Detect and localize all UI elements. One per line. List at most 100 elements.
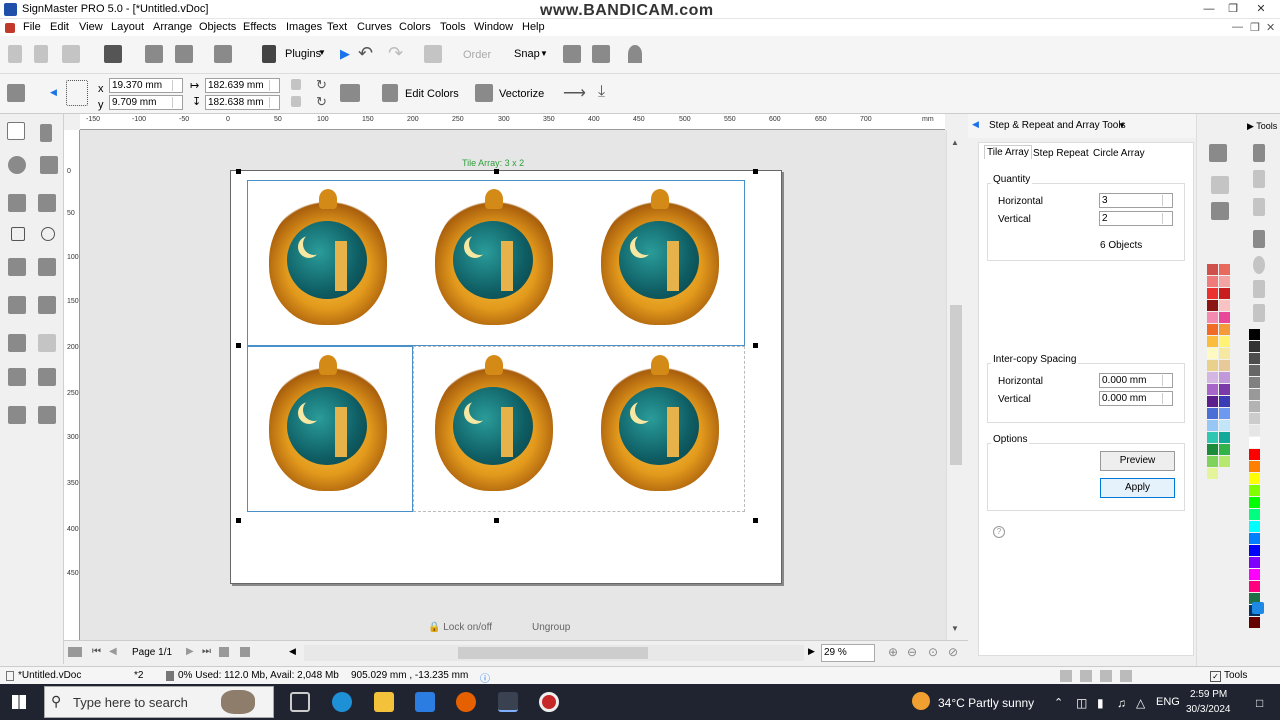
resize-handle[interactable] [753,169,758,174]
menu-file[interactable]: File [23,21,41,33]
menu-objects[interactable]: Objects [199,21,236,33]
crop-tool-icon[interactable] [8,368,26,386]
menu-layout[interactable]: Layout [111,21,144,33]
cut-plot-icon[interactable] [175,45,193,63]
fill-tool-icon[interactable] [38,296,56,314]
layer-stack-icon[interactable] [1100,670,1112,682]
color-swatch[interactable] [1219,384,1230,395]
quantity-horizontal-field[interactable]: 3 [1099,193,1173,208]
firefox-icon[interactable] [456,692,476,712]
tray-expand-icon[interactable]: ⌃ [1054,696,1063,709]
edit-colors-icon[interactable] [382,84,398,102]
color-swatch[interactable] [1249,425,1260,436]
color-swatch[interactable] [1249,413,1260,424]
hscroll-thumb[interactable] [458,647,648,659]
tools-dock-label[interactable]: ▶ Tools [1247,121,1277,132]
menu-images[interactable]: Images [286,21,322,33]
clock-time[interactable]: 2:59 PM [1190,689,1227,700]
save-icon[interactable] [104,45,122,63]
redo-icon[interactable]: ↷ [388,43,403,64]
pen-icon[interactable] [1253,230,1265,248]
color-swatch[interactable] [1249,329,1260,340]
color-swatch[interactable] [1249,509,1260,520]
node-tool-icon[interactable] [40,124,52,142]
ungroup-button[interactable]: Ungroup [532,622,570,633]
color-swatch[interactable] [1249,533,1260,544]
mail-icon[interactable] [415,692,435,712]
plugins-icon[interactable] [262,45,276,63]
resize-handle[interactable] [236,518,241,523]
prev-page-icon[interactable]: ◀ [109,646,117,657]
chevron-down-icon[interactable]: ▼ [318,48,326,57]
color-swatch[interactable] [1219,276,1230,287]
menu-tools[interactable]: Tools [440,21,466,33]
help-icon[interactable]: ? [993,526,1005,538]
network-icon[interactable]: ◫ [1076,696,1087,710]
resize-handle[interactable] [236,169,241,174]
mdi-close-icon[interactable]: ✕ [1266,21,1275,34]
color-swatch[interactable] [1207,432,1218,443]
windows-start-icon[interactable] [12,695,26,709]
color-swatch[interactable] [1219,312,1230,323]
signmaster-taskbar-icon[interactable] [498,692,518,712]
color-swatch[interactable] [1219,456,1230,467]
color-swatch[interactable] [1249,365,1260,376]
pan-tool-icon[interactable] [40,156,58,174]
color-swatch[interactable] [1207,420,1218,431]
tab-tile-array[interactable]: Tile Array [984,145,1032,159]
minimize-icon[interactable]: — [1198,1,1220,17]
color-swatch[interactable] [1249,569,1260,580]
text-path-icon[interactable] [38,194,56,212]
weather-text[interactable]: 34°C Partly sunny [938,696,1034,710]
color-swatch[interactable] [1207,300,1218,311]
preview-button[interactable]: Preview [1100,451,1175,471]
menu-edit[interactable]: Edit [50,21,69,33]
menu-text[interactable]: Text [327,21,347,33]
lines-icon[interactable] [1253,304,1265,322]
refresh-icon[interactable]: ↻ [316,94,327,110]
basic-palette[interactable] [1249,329,1263,628]
knife-tool-icon[interactable] [8,406,26,424]
collapse-icon[interactable]: ◀ [972,119,979,130]
node-edit-icon[interactable] [1209,144,1227,162]
brush-icon[interactable] [1253,144,1265,162]
menu-effects[interactable]: Effects [243,21,276,33]
menu-view[interactable]: View [79,21,103,33]
page-icon[interactable] [68,647,82,657]
color-swatch[interactable] [1249,353,1260,364]
fx-tool-icon[interactable] [38,334,56,352]
ellipse-tool-icon[interactable] [41,227,55,241]
color-swatch[interactable] [1207,348,1218,359]
list-icon[interactable] [1253,280,1265,298]
color-swatch[interactable] [1207,408,1218,419]
align-down-icon[interactable]: ⤓ [598,83,605,101]
color-swatch[interactable] [1219,288,1230,299]
color-swatch[interactable] [1249,389,1260,400]
resize-handle[interactable] [236,343,241,348]
circle-icon[interactable] [1253,256,1265,274]
select-tool-icon[interactable] [7,122,25,140]
color-swatch[interactable] [1207,444,1218,455]
layer-icon[interactable] [1060,670,1072,682]
color-swatch[interactable] [1219,300,1230,311]
print-icon[interactable] [145,45,163,63]
menu-colors[interactable]: Colors [399,21,431,33]
edit-colors-button[interactable]: Edit Colors [405,88,459,100]
bell-icon[interactable] [628,45,642,63]
scan-icon[interactable] [340,84,360,102]
next-page-icon[interactable]: ▶ [186,646,194,657]
color-swatch[interactable] [1207,276,1218,287]
vertical-scrollbar[interactable]: ▲ ▼ [946,130,964,640]
task-view-icon[interactable] [290,692,310,712]
shape-tool-icon[interactable] [38,258,56,276]
color-swatch[interactable] [1219,372,1230,383]
template-icon[interactable] [34,45,48,63]
color-swatch[interactable] [1207,360,1218,371]
color-swatch[interactable] [1207,456,1218,467]
scroll-down-icon[interactable]: ▼ [951,624,959,633]
new-document-icon[interactable] [8,45,22,63]
plugins-button[interactable]: Plugins [285,48,321,60]
menu-window[interactable]: Window [474,21,513,33]
color-swatch[interactable] [1219,420,1230,431]
filter-icon[interactable] [1120,670,1132,682]
